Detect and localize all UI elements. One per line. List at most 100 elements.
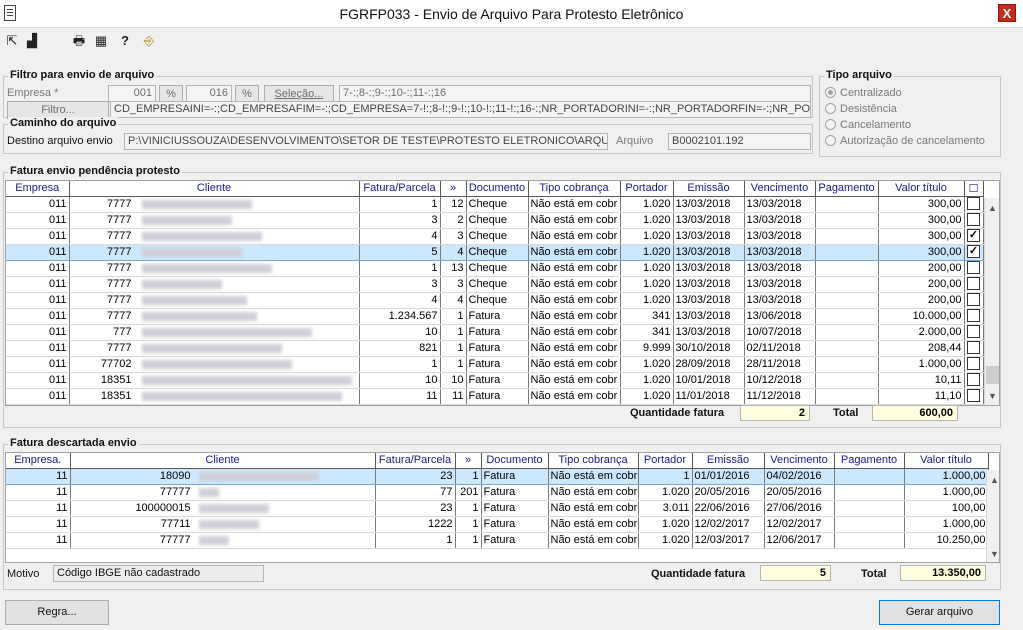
descartada-col-header[interactable]: Portador [638, 453, 693, 469]
descartada-col-header[interactable]: Emissão [692, 453, 765, 469]
table-row[interactable]: 11 77711 1222 1 Fatura Não está em cobr 1.020 1… [6, 516, 989, 533]
scroll-thumb[interactable] [986, 366, 999, 384]
pendencia-col-header[interactable]: Empresa [6, 181, 70, 197]
checkbox[interactable] [967, 388, 980, 402]
pendencia-col-header[interactable]: ☐ [964, 181, 984, 197]
select-checkbox[interactable] [964, 260, 984, 277]
select-checkbox[interactable] [964, 340, 984, 357]
select-checkbox[interactable] [964, 324, 984, 341]
select-checkbox[interactable]: ✓ [964, 244, 984, 261]
select-checkbox[interactable] [964, 308, 984, 325]
pendencia-col-header[interactable]: Documento [466, 181, 529, 197]
radio-autorizacao-cancelamento[interactable] [825, 135, 836, 146]
table-row[interactable]: 011 7777 5 4 Cheque Não está em cobr 1.020 13/0… [6, 244, 984, 261]
pendencia-col-header[interactable]: » [440, 181, 467, 197]
regra-button[interactable]: Regra... [5, 600, 109, 625]
checkbox[interactable] [967, 212, 980, 226]
table-row[interactable]: 011 7777 821 1 Fatura Não está em cobr 9.999 30… [6, 340, 984, 357]
table-row[interactable]: 011 777 10 1 Fatura Não está em cobr 341 13/03/… [6, 324, 984, 341]
select-checkbox[interactable] [964, 388, 984, 405]
checkbox[interactable] [967, 372, 980, 386]
pendencia-grid[interactable]: Empresa Cliente Fatura/Parcela» Documento Ti… [5, 180, 1000, 406]
help-icon[interactable]: ? [116, 32, 134, 50]
scroll-up-icon[interactable]: ▲ [987, 472, 999, 488]
select-checkbox[interactable] [964, 372, 984, 389]
checkbox[interactable] [967, 196, 980, 210]
table-cell: 011 [6, 228, 70, 245]
pendencia-col-header[interactable]: Cliente [69, 181, 360, 197]
scroll-down-icon[interactable]: ▼ [985, 388, 999, 404]
checkbox[interactable] [967, 260, 980, 274]
table-row[interactable]: 11 18090 23 1 Fatura Não está em cobr 1 01/01/2… [6, 468, 989, 485]
table-row[interactable]: 011 18351 10 10 Fatura Não está em cobr 1.020 1… [6, 372, 984, 389]
descartada-col-header[interactable]: Vencimento [764, 453, 835, 469]
checkbox[interactable] [967, 340, 980, 354]
empresa-ini-input[interactable]: 001 [108, 85, 156, 102]
close-button[interactable]: X [998, 4, 1016, 22]
radio-desistencia[interactable] [825, 103, 836, 114]
print-icon[interactable]: 🖶 [70, 32, 88, 50]
scroll-up-icon[interactable]: ▲ [985, 200, 999, 216]
destino-input[interactable]: P:\VINICIUSSOUZA\DESENVOLVIMENTO\SETOR D… [124, 133, 608, 150]
descartada-col-header[interactable]: Cliente [70, 453, 376, 469]
table-row[interactable]: 011 7777 1 13 Cheque Não está em cobr 1.020 13/… [6, 260, 984, 277]
pendencia-col-header[interactable]: Tipo cobrança [528, 181, 621, 197]
cliente-cell: 7777 [69, 308, 360, 325]
select-checkbox[interactable]: ✓ [964, 228, 984, 245]
gerar-arquivo-button[interactable]: Gerar arquivo [879, 600, 1000, 625]
arrow-icon[interactable]: ⇱ [3, 32, 21, 50]
descartada-col-header[interactable]: » [455, 453, 482, 469]
select-checkbox[interactable] [964, 292, 984, 309]
table-row[interactable]: 011 7777 3 3 Cheque Não está em cobr 1.020 13/0… [6, 276, 984, 293]
pendencia-scrollbar[interactable]: ▲ ▼ [984, 198, 999, 405]
filtro-input[interactable]: CD_EMPRESAINI=-:;CD_EMPRESAFIM=-:;CD_EMP… [110, 101, 811, 118]
checkbox[interactable] [967, 324, 980, 338]
table-row[interactable]: 011 77702 1 1 Fatura Não está em cobr 1.020 28/… [6, 356, 984, 373]
select-checkbox[interactable] [964, 196, 984, 213]
descartada-col-header[interactable]: Valor título [904, 453, 989, 469]
exit-door-icon[interactable]: ⎆ [140, 32, 158, 50]
descartada-col-header[interactable]: Tipo cobrança [548, 453, 639, 469]
table-row[interactable]: 011 7777 4 4 Cheque Não está em cobr 1.020 13/0… [6, 292, 984, 309]
table-cell: 13/03/2018 [744, 292, 816, 309]
radio-cancelamento[interactable] [825, 119, 836, 130]
pendencia-col-header[interactable]: Emissão [673, 181, 745, 197]
scroll-down-icon[interactable]: ▼ [987, 546, 999, 562]
table-row[interactable]: 011 7777 1 12 Cheque Não está em cobr 1.020 13/… [6, 196, 984, 213]
empresa-fim-input[interactable]: 016 [186, 85, 232, 102]
checkbox[interactable] [967, 356, 980, 370]
table-cell: 4 [440, 292, 467, 309]
checkbox[interactable]: ✓ [967, 244, 980, 258]
table-row[interactable]: 11 77777 77 201 Fatura Não está em cobr 1.020 2… [6, 484, 989, 501]
descartada-col-header[interactable]: Fatura/Parcela [375, 453, 456, 469]
pendencia-col-header[interactable]: Valor título [878, 181, 965, 197]
table-row[interactable]: 011 18351 11 11 Fatura Não está em cobr 1.020 1… [6, 388, 984, 405]
select-checkbox[interactable] [964, 276, 984, 293]
checkbox[interactable] [967, 292, 980, 306]
descartada-col-header[interactable]: Pagamento [834, 453, 905, 469]
table-row[interactable]: 11 77777 1 1 Fatura Não está em cobr 1.020 12/0… [6, 532, 989, 549]
checkbox[interactable] [967, 276, 980, 290]
arquivo-input[interactable]: B0002101.192 [668, 133, 811, 150]
table-row[interactable]: 011 7777 1.234.567 1 Fatura Não está em cobr 3… [6, 308, 984, 325]
selecao-input[interactable]: 7-:;8-:;9-:;10-:;11-:;16 [339, 85, 811, 102]
table-row[interactable]: 011 7777 4 3 Cheque Não está em cobr 1.020 13/0… [6, 228, 984, 245]
select-checkbox[interactable] [964, 212, 984, 229]
checkbox[interactable] [967, 308, 980, 322]
checkbox[interactable]: ✓ [967, 228, 980, 242]
descartada-grid[interactable]: Empresa. Cliente Fatura/Parcela» Documento T… [5, 452, 1000, 563]
layers-icon[interactable]: ▟ [23, 32, 41, 50]
radio-centralizado[interactable] [825, 87, 836, 98]
select-checkbox[interactable] [964, 356, 984, 373]
table-row[interactable]: 011 7777 3 2 Cheque Não está em cobr 1.020 13/0… [6, 212, 984, 229]
pendencia-col-header[interactable]: Vencimento [744, 181, 816, 197]
calendar-icon[interactable]: ▦ [92, 32, 110, 50]
descartada-col-header[interactable]: Documento [481, 453, 549, 469]
descartada-scrollbar[interactable]: ▲ ▼ [986, 470, 999, 562]
descartada-col-header[interactable]: Empresa. [6, 453, 71, 469]
pendencia-col-header[interactable]: Fatura/Parcela [359, 181, 441, 197]
table-cell: 23 [375, 500, 456, 517]
pendencia-col-header[interactable]: Pagamento [815, 181, 879, 197]
pendencia-col-header[interactable]: Portador [620, 181, 674, 197]
table-row[interactable]: 11 100000015 23 1 Fatura Não está em cobr 3.01… [6, 500, 989, 517]
